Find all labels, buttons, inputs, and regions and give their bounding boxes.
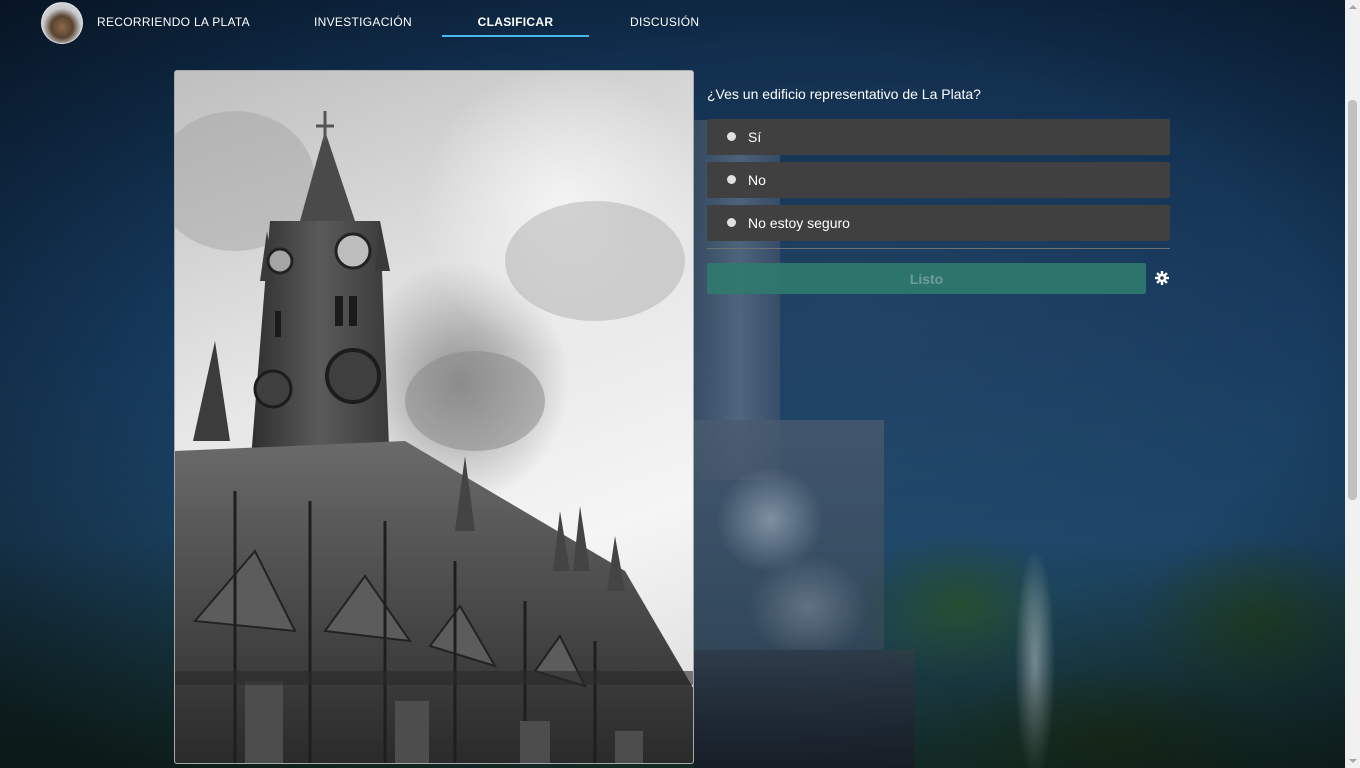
radio-button-icon[interactable]: [727, 218, 736, 227]
radio-button-icon[interactable]: [727, 132, 736, 141]
task-actions: Listo: [707, 263, 1170, 295]
answer-label: No estoy seguro: [748, 215, 850, 231]
nav-tab-discusion[interactable]: DISCUSIÓN: [630, 15, 699, 37]
scrollbar-thumb[interactable]: [1348, 100, 1357, 500]
radio-button-icon[interactable]: [727, 175, 736, 184]
subject-image[interactable]: [174, 70, 694, 764]
scroll-up-arrow-icon[interactable]: [1349, 5, 1357, 9]
done-button[interactable]: Listo: [707, 263, 1146, 294]
cathedral-photo: [175, 111, 693, 763]
gear-icon[interactable]: [1154, 270, 1170, 286]
scroll-down-arrow-icon[interactable]: [1349, 759, 1357, 763]
divider: [707, 248, 1170, 249]
background-trees: [860, 500, 1360, 768]
answer-label: No: [748, 172, 766, 188]
answer-option-si[interactable]: Sí: [707, 119, 1170, 155]
background-fountain: [1005, 510, 1065, 768]
background-statues: [694, 420, 884, 670]
active-tab-indicator: [442, 35, 589, 37]
answer-option-no[interactable]: No: [707, 162, 1170, 198]
nav-project-home[interactable]: RECORRIENDO LA PLATA: [97, 15, 250, 37]
answer-option-no-estoy-seguro[interactable]: No estoy seguro: [707, 205, 1170, 241]
top-navigation: RECORRIENDO LA PLATA INVESTIGACIÓN CLASI…: [0, 0, 1345, 48]
page: RECORRIENDO LA PLATA INVESTIGACIÓN CLASI…: [0, 0, 1360, 768]
task-question: ¿Ves un edificio representativo de La Pl…: [707, 86, 981, 102]
classification-task: ¿Ves un edificio representativo de La Pl…: [707, 84, 1170, 295]
nav-tab-investigacion[interactable]: INVESTIGACIÓN: [314, 15, 412, 37]
project-avatar[interactable]: [41, 2, 83, 44]
vertical-scrollbar[interactable]: [1345, 0, 1360, 768]
answer-label: Sí: [748, 129, 762, 145]
nav-tab-clasificar[interactable]: CLASIFICAR: [442, 15, 589, 37]
